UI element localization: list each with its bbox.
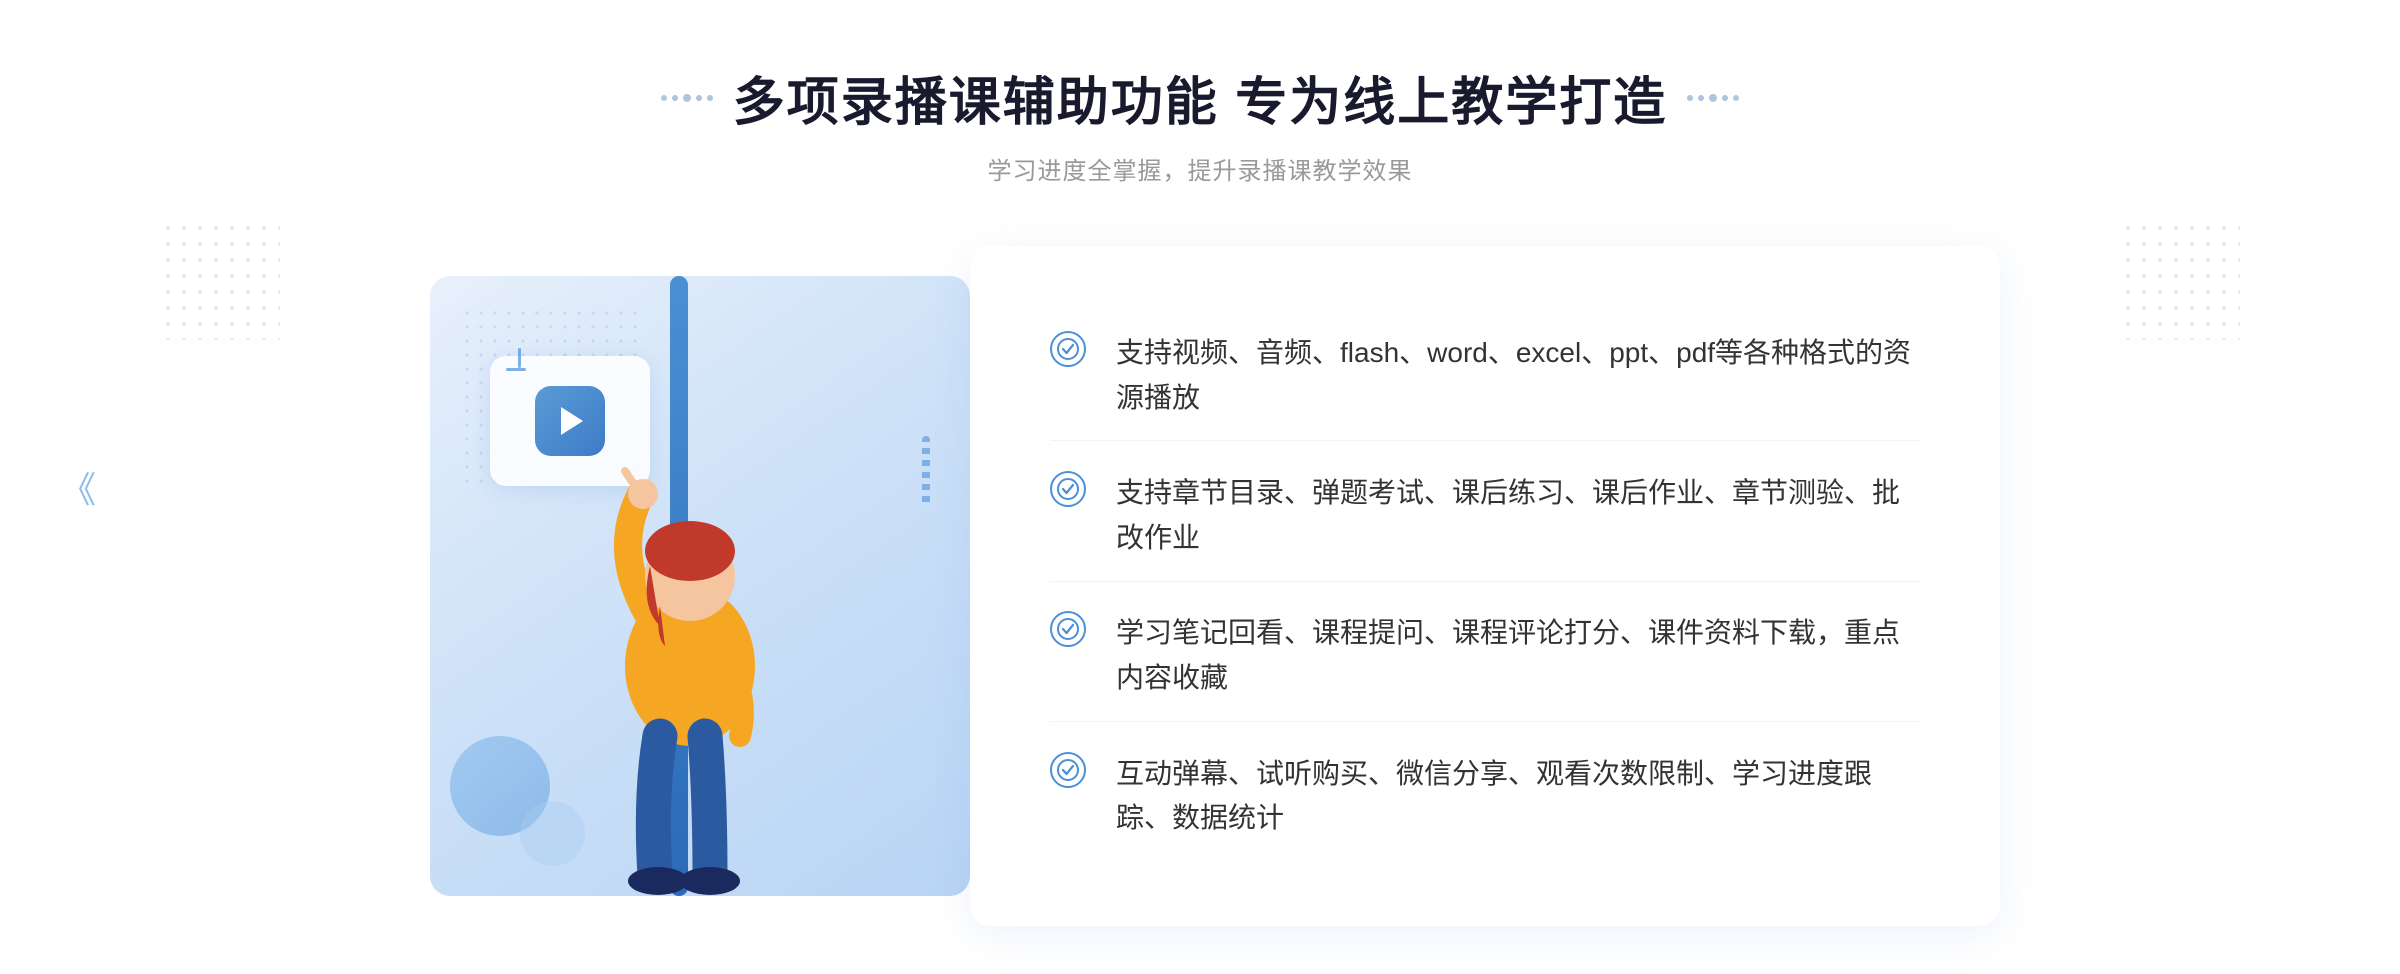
page-title: 多项录播课辅助功能 专为线上教学打造: [733, 60, 1667, 135]
dot-9: [1722, 95, 1728, 101]
stripe-decoration: [922, 436, 930, 506]
dot-1: [661, 95, 667, 101]
page-subtitle: 学习进度全掌握，提升录播课教学效果: [988, 151, 1413, 186]
header-dots-left: [661, 94, 713, 102]
features-panel: 支持视频、音频、flash、word、excel、ppt、pdf等各种格式的资源…: [970, 246, 2000, 926]
feature-item-3: 学习笔记回看、课程提问、课程评论打分、课件资料下载，重点内容收藏: [1050, 591, 1920, 722]
page-container: 多项录播课辅助功能 专为线上教学打造 学习进度全掌握，提升录播课教学效果: [0, 0, 2400, 974]
dots-decoration-left: [160, 220, 280, 340]
header-dots-right: [1687, 94, 1739, 102]
person-illustration: [510, 376, 870, 896]
dot-5: [707, 95, 713, 101]
feature-text-2: 支持章节目录、弹题考试、课后练习、课后作业、章节测验、批改作业: [1116, 471, 1920, 561]
check-icon-4: [1050, 752, 1086, 788]
check-icon-3: [1050, 611, 1086, 647]
dots-decoration-right: [2120, 220, 2240, 340]
feature-text-3: 学习笔记回看、课程提问、课程评论打分、课件资料下载，重点内容收藏: [1116, 611, 1920, 701]
check-icon-2: [1050, 471, 1086, 507]
dot-4: [696, 95, 702, 101]
illus-bg-card: [430, 276, 970, 896]
dot-3: [683, 94, 691, 102]
feature-item-2: 支持章节目录、弹题考试、课后练习、课后作业、章节测验、批改作业: [1050, 451, 1920, 582]
check-icon-1: [1050, 331, 1086, 367]
content-area: 支持视频、音频、flash、word、excel、ppt、pdf等各种格式的资源…: [400, 246, 2000, 926]
feature-item-1: 支持视频、音频、flash、word、excel、ppt、pdf等各种格式的资源…: [1050, 311, 1920, 442]
dot-10: [1733, 95, 1739, 101]
feature-text-4: 互动弹幕、试听购买、微信分享、观看次数限制、学习进度跟踪、数据统计: [1116, 752, 1920, 842]
illustration-panel: [400, 246, 1000, 926]
dot-2: [672, 95, 678, 101]
dot-6: [1687, 95, 1693, 101]
feature-item-4: 互动弹幕、试听购买、微信分享、观看次数限制、学习进度跟踪、数据统计: [1050, 732, 1920, 862]
header: 多项录播课辅助功能 专为线上教学打造: [661, 60, 1739, 135]
dot-7: [1698, 95, 1704, 101]
nav-arrow-left[interactable]: 《: [60, 461, 96, 513]
dot-8: [1709, 94, 1717, 102]
feature-text-1: 支持视频、音频、flash、word、excel、ppt、pdf等各种格式的资源…: [1116, 331, 1920, 421]
